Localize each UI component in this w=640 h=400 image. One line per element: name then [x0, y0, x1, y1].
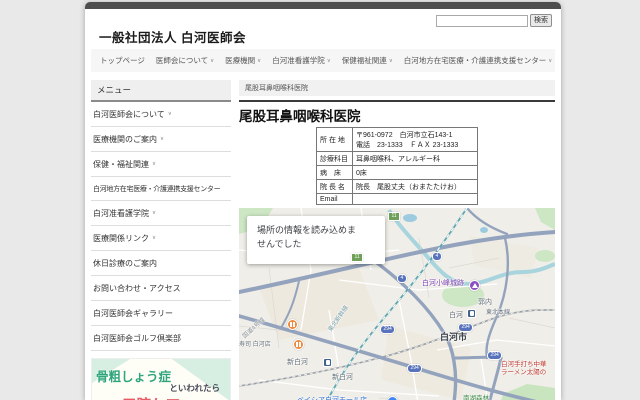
map-label-forest-park: 南湖森林公園釜石口 [463, 395, 496, 400]
chevron-down-icon: ∨ [152, 235, 156, 241]
chevron-down-icon: ∨ [168, 111, 172, 117]
shopping-poi-icon[interactable] [387, 396, 398, 400]
site-header: 検索 一般社団法人 白河医師会 [85, 9, 561, 47]
banner-line3: 口腔ケア [122, 394, 180, 400]
table-row-email: Email [317, 194, 478, 205]
sidebar-item-health-welfare[interactable]: 保健・福祉関連∨ [91, 152, 231, 177]
nav-item-about[interactable]: 医師会について∨ [156, 55, 214, 66]
route-shield-green: 11 [388, 212, 400, 221]
main-content: 尾股耳鼻咽喉科医院 尾股耳鼻咽喉科医院 所 在 地 〒961-0972 白河市立… [239, 80, 555, 400]
restaurant-poi-icon[interactable] [293, 339, 304, 350]
page-title: 尾股耳鼻咽喉科医院 [239, 105, 555, 125]
search-area: 検索 [436, 14, 552, 27]
sidebar-item-about[interactable]: 白河医師会について∨ [91, 102, 231, 127]
route-shield-green: 11 [351, 253, 363, 262]
chevron-down-icon: ∨ [257, 58, 261, 64]
nav-item-medical-institutions[interactable]: 医療機関∨ [225, 55, 261, 66]
search-input[interactable] [436, 15, 528, 27]
clinic-info-table: 所 在 地 〒961-0972 白河市立石143-1電話 23-1333 ＦＡＸ… [316, 127, 478, 205]
fork-knife-glyph [290, 322, 292, 327]
chevron-down-icon: ∨ [389, 58, 393, 64]
chevron-down-icon: ∨ [548, 58, 552, 64]
chevron-down-icon: ∨ [160, 136, 164, 142]
divider [239, 100, 555, 102]
table-row-address: 所 在 地 〒961-0972 白河市立石143-1電話 23-1333 ＦＡＸ… [317, 128, 478, 152]
map-label-beisia-mall: ベイシア白河モール店 [297, 395, 367, 400]
table-row-beds: 病 床 0床 [317, 166, 478, 180]
train-glyph [326, 360, 330, 365]
map-label-kakunai: 郭内 [478, 297, 492, 307]
chevron-down-icon: ∨ [327, 58, 331, 64]
map-error-message: 場所の情報を読み込めませんでした [247, 216, 385, 264]
sidebar-item-medical-institutions[interactable]: 医療機関のご案内∨ [91, 127, 231, 152]
route-shield: 4 [432, 252, 442, 261]
content: メニュー 白河医師会について∨ 医療機関のご案内∨ 保健・福祉関連∨ 白河地方在… [85, 72, 561, 400]
map-label-shirakawa-station: 白河 [449, 310, 463, 320]
map-label-sushi-shop: 寿司 白河店 [239, 339, 271, 348]
table-row-departments: 診療科目 耳鼻咽喉科、アレルギー科 [317, 152, 478, 166]
banner-line1: 骨粗しょう症 [96, 366, 171, 385]
sidebar: メニュー 白河医師会について∨ 医療機関のご案内∨ 保健・福祉関連∨ 白河地方在… [91, 80, 231, 400]
sidebar-item-medical-links[interactable]: 医療関係リンク∨ [91, 226, 231, 251]
castle-poi-icon[interactable] [469, 280, 480, 291]
sidebar-banner[interactable]: 骨粗しょう症 といわれたら 口腔ケア をしましょう [91, 358, 231, 400]
route-shield: 294 [487, 351, 502, 360]
table-row-director: 院 長 名 院長 尾股丈夫（おまたたけお） [317, 180, 478, 194]
map-label-shin-shirakawa: 新白河 [332, 372, 353, 382]
map[interactable]: 場所の情報を読み込めませんでした 白河小峰城跡 郭内 白河 東北本線 白河市 新… [239, 208, 555, 400]
breadcrumb: 尾股耳鼻咽喉科医院 [239, 80, 555, 96]
sidebar-item-gallery[interactable]: 白河医師会ギャラリー [91, 301, 231, 326]
restaurant-poi-icon[interactable] [287, 319, 298, 330]
route-shield: 294 [407, 364, 422, 373]
fork-knife-glyph [296, 342, 298, 347]
site-title[interactable]: 一般社団法人 白河医師会 [99, 27, 246, 46]
map-label-tohoku-main-line: 東北本線 [486, 307, 510, 316]
map-label-shin-shirakawa: 新白河 [287, 357, 308, 367]
sidebar-item-golf-club[interactable]: 白河医師会ゴルフ倶楽部 [91, 326, 231, 351]
map-label-ramen-shop: 白河手打ち中華ラーメン太陽の [501, 361, 547, 378]
sidebar-item-nursing-school[interactable]: 白河准看護学院∨ [91, 201, 231, 226]
sidebar-item-homecare-center[interactable]: 白河地方在宅医療・介護連携支援センター [91, 177, 231, 201]
sidebar-menu: 白河医師会について∨ 医療機関のご案内∨ 保健・福祉関連∨ 白河地方在宅医療・介… [91, 102, 231, 351]
nav-item-nursing-school[interactable]: 白河准看護学院∨ [272, 55, 331, 66]
map-label-castle: 白河小峰城跡 [422, 278, 464, 288]
banner-line2: といわれたら [169, 382, 220, 394]
nav-item-health-welfare[interactable]: 保健福祉関連∨ [342, 55, 393, 66]
train-station-icon[interactable] [323, 358, 332, 367]
main-nav: トップページ 医師会について∨ 医療機関∨ 白河准看護学院∨ 保健福祉関連∨ 白… [91, 49, 555, 72]
sidebar-item-contact-access[interactable]: お問い合わせ・アクセス [91, 276, 231, 301]
top-dark-bar [85, 2, 561, 9]
route-shield: 294 [458, 323, 473, 332]
nav-item-top-page[interactable]: トップページ [100, 55, 145, 66]
nav-item-homecare-center[interactable]: 白河地方在宅医療・介護連携支援センター∨ [404, 55, 553, 66]
route-shield: 294 [380, 325, 395, 334]
train-glyph [470, 311, 474, 316]
chevron-down-icon: ∨ [152, 161, 156, 167]
chevron-down-icon: ∨ [210, 58, 214, 64]
chevron-down-icon: ∨ [152, 210, 156, 216]
search-button[interactable]: 検索 [530, 14, 552, 27]
train-station-icon[interactable] [467, 309, 476, 318]
castle-glyph [472, 283, 478, 288]
site-window: 検索 一般社団法人 白河医師会 トップページ 医師会について∨ 医療機関∨ 白河… [85, 2, 561, 400]
sidebar-item-holiday-care[interactable]: 休日診療のご案内 [91, 251, 231, 276]
sidebar-menu-title: メニュー [91, 80, 231, 102]
route-shield: 4 [397, 274, 407, 283]
